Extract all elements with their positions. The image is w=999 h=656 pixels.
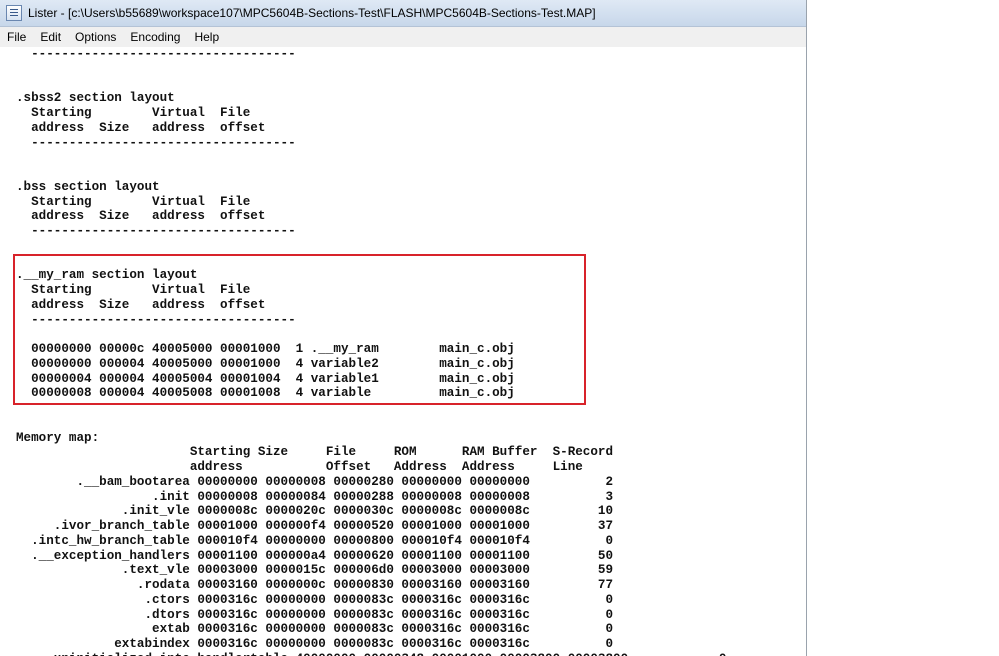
listing-line: .rodata 00003160 0000000c 00000830 00003…	[16, 578, 614, 592]
menu-encoding[interactable]: Encoding	[123, 27, 187, 47]
listing-line: -----------------------------------	[16, 224, 296, 238]
listing-line: -----------------------------------	[16, 135, 296, 150]
listing-line: .sbss2 section layout	[16, 91, 175, 106]
listing-line: address Size address offset	[16, 209, 266, 224]
listing-line: .ivor_branch_table 00001000 000000f4 000…	[16, 519, 614, 533]
lister-app-icon	[6, 5, 22, 21]
listing-line: .init 00000008 00000084 00000288 0000000…	[16, 489, 614, 504]
listing-line	[16, 150, 806, 165]
listing-line: .init_vle 0000008c 0000020c 0000030c 000…	[16, 504, 614, 519]
listing-line: -----------------------------------	[16, 47, 296, 61]
listing-line	[16, 239, 806, 254]
listing-line: .__bam_bootarea 00000000 00000008 000002…	[16, 474, 614, 489]
listing-line: .__uninitialized_intc_handlertable 40000…	[16, 652, 806, 656]
listing-line: Memory map:	[16, 430, 100, 445]
listing-line: Starting Size File ROM RAM Buffer S-Reco…	[16, 445, 614, 460]
menu-edit[interactable]: Edit	[33, 27, 68, 47]
window-title: Lister - [c:\Users\b55689\workspace107\M…	[28, 6, 596, 20]
listing-line: Starting Virtual File	[16, 106, 251, 120]
listing-line: .bss section layout	[16, 179, 160, 194]
listing-line: .intc_hw_branch_table 000010f4 00000000 …	[16, 533, 614, 548]
my-ram-highlight-box	[13, 254, 586, 405]
listing-line: .ctors 0000316c 00000000 0000083c 000031…	[16, 592, 614, 607]
menu-options[interactable]: Options	[68, 27, 123, 47]
menu-bar: File Edit Options Encoding Help	[0, 27, 806, 48]
listing-line: .__exception_handlers 00001100 000000a4 …	[16, 548, 614, 563]
title-bar[interactable]: Lister - [c:\Users\b55689\workspace107\M…	[0, 0, 806, 27]
listing-line: .text_vle 00003000 0000015c 000006d0 000…	[16, 563, 614, 578]
listing-line: address Size address offset	[16, 120, 266, 135]
listing-line	[16, 77, 806, 92]
map-file-listing[interactable]: ----------------------------------- .sbs…	[0, 47, 806, 656]
listing-line: Starting Virtual File	[16, 194, 251, 209]
menu-file[interactable]: File	[0, 27, 33, 47]
menu-help[interactable]: Help	[187, 27, 226, 47]
listing-line: .dtors 0000316c 00000000 0000083c 000031…	[16, 607, 614, 622]
listing-line: extab 0000316c 00000000 0000083c 0000316…	[16, 622, 614, 637]
listing-line	[16, 62, 806, 77]
listing-line: address Offset Address Address Line	[16, 460, 583, 474]
listing-line: extabindex 0000316c 00000000 0000083c 00…	[16, 637, 614, 651]
listing-line	[16, 165, 806, 180]
lister-window: Lister - [c:\Users\b55689\workspace107\M…	[0, 0, 807, 656]
listing-line	[16, 416, 806, 431]
